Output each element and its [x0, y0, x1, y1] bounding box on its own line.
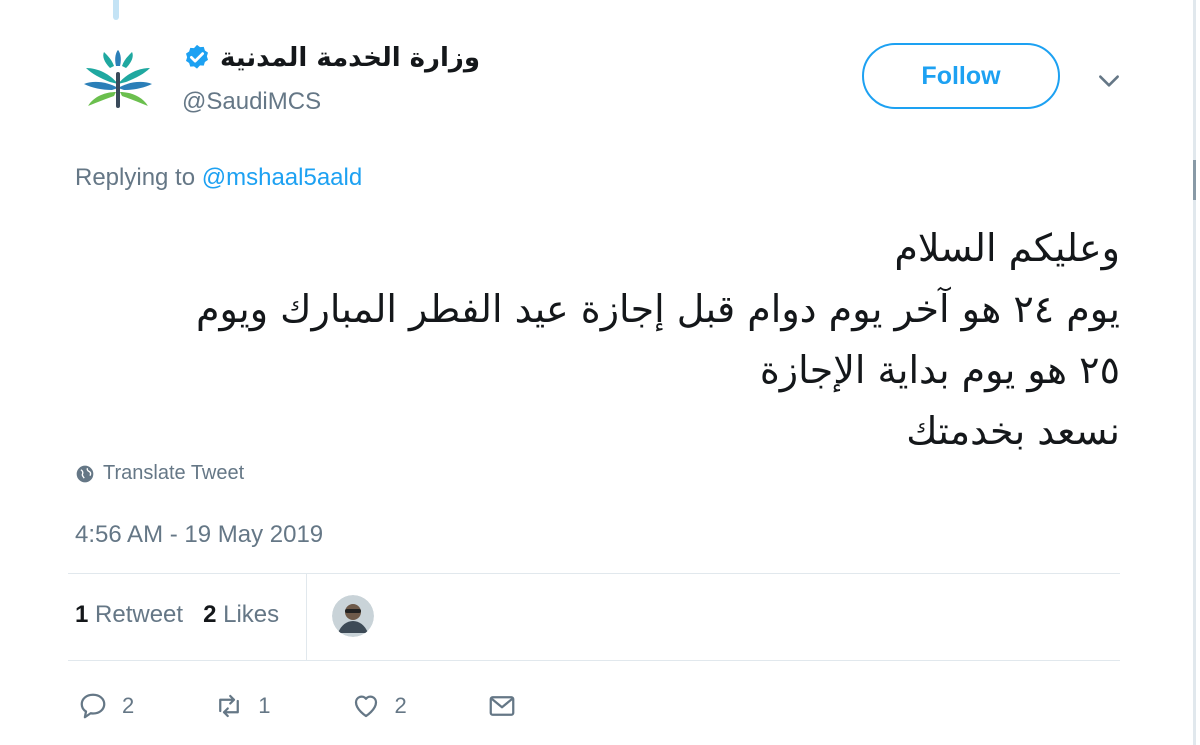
replying-to: Replying to @mshaal5aald — [75, 164, 362, 192]
likes-stat-count: 2 — [203, 601, 217, 628]
tweet-page: وزارة الخدمة المدنية @SaudiMCS Follow Re… — [0, 0, 1200, 745]
like-count: 2 — [394, 693, 407, 718]
translate-tweet-link[interactable]: Translate Tweet — [75, 462, 244, 485]
divider — [68, 573, 1120, 574]
reply-count: 2 — [122, 693, 135, 718]
likes-stat-label: Likes — [223, 601, 280, 628]
account-handle[interactable]: @SaudiMCS — [182, 88, 321, 116]
display-name-text: وزارة الخدمة المدنية — [220, 43, 481, 73]
retweet-icon — [219, 694, 240, 718]
tweet-timestamp[interactable]: 4:56 AM - 19 May 2019 — [75, 521, 323, 549]
ministry-logo — [84, 50, 152, 108]
message-icon — [489, 696, 515, 716]
tweet-line: نسعد بخدمتك — [906, 409, 1120, 453]
retweet-stat-label: Retweet — [95, 601, 184, 628]
tweet-line: ٢٥ هو يوم بداية الإجازة — [759, 348, 1120, 392]
account-display-name[interactable]: وزارة الخدمة المدنية — [182, 43, 480, 73]
retweet-stat[interactable]: 1 Retweet — [75, 601, 183, 629]
globe-icon — [76, 465, 94, 482]
divider — [68, 660, 1120, 661]
verified-badge-icon — [186, 44, 208, 69]
action-bar: 2 1 2 — [78, 688, 517, 724]
thread-connector — [113, 0, 119, 20]
retweet-button[interactable]: 1 — [214, 691, 271, 721]
retweet-count: 1 — [258, 693, 271, 718]
chevron-down-icon[interactable] — [1096, 68, 1122, 94]
follow-button[interactable]: Follow — [862, 43, 1060, 109]
reply-icon — [80, 693, 106, 719]
tweet-text: وعليكم السلام يوم ٢٤ هو آخر يوم دوام قبل… — [75, 218, 1120, 462]
scrollbar-track[interactable] — [1193, 0, 1196, 745]
tweet-line: وعليكم السلام — [894, 226, 1120, 270]
reply-mention-link[interactable]: @mshaal5aald — [202, 164, 362, 191]
retweet-stat-count: 1 — [75, 601, 89, 628]
like-icon — [354, 695, 377, 718]
like-button[interactable]: 2 — [351, 691, 407, 721]
reply-button[interactable]: 2 — [78, 691, 134, 721]
stats-divider — [306, 574, 307, 660]
tweet-stats: 1 Retweet 2 Likes — [75, 601, 279, 629]
account-avatar[interactable] — [80, 44, 156, 120]
replying-prefix: Replying to — [75, 164, 202, 191]
likes-stat[interactable]: 2 Likes — [203, 601, 279, 629]
scrollbar-thumb[interactable] — [1193, 160, 1196, 200]
direct-message-button[interactable] — [487, 691, 517, 721]
tweet-line: يوم ٢٤ هو آخر يوم دوام قبل إجازة عيد الف… — [195, 287, 1120, 331]
translate-label: Translate Tweet — [103, 462, 245, 484]
liker-avatar[interactable] — [332, 595, 374, 637]
